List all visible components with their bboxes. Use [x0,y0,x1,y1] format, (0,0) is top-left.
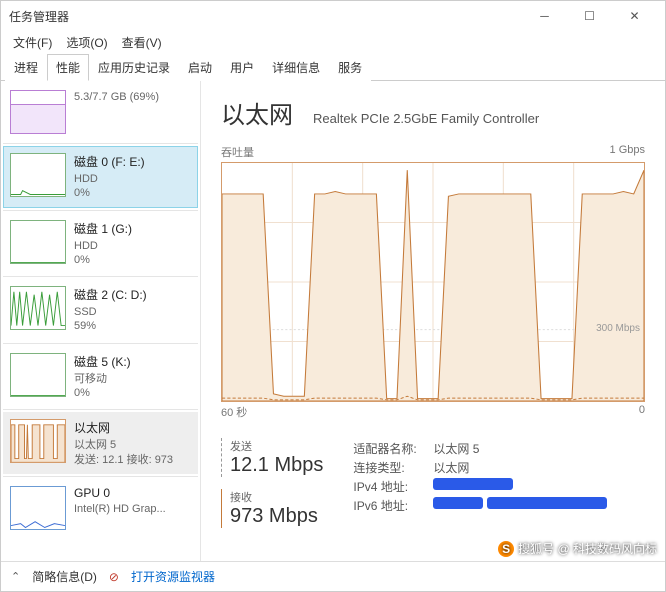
sidebar-item-memory[interactable]: 5.3/7.7 GB (69%) [3,83,198,141]
titlebar: 任务管理器 ─ ☐ ✕ [1,1,665,31]
memory-usage: 5.3/7.7 GB (69%) [74,90,159,104]
sidebar-item-ethernet[interactable]: 以太网以太网 5发送: 12.1 接收: 973 [3,412,198,474]
tab-app-history[interactable]: 应用历史记录 [89,54,179,81]
recv-value: 973 Mbps [230,505,323,528]
disk-thumb-icon [10,220,66,264]
tab-startup[interactable]: 启动 [179,54,221,81]
watermark: S搜狐号 @ 科技数码风向标 [498,540,657,557]
throughput-label: 吞吐量 [221,144,254,160]
sidebar-item-disk0[interactable]: 磁盘 0 (F: E:)HDD0% [3,146,198,208]
menu-view[interactable]: 查看(V) [116,32,168,53]
ipv4-redacted [433,478,513,490]
ipv6-redacted [433,497,483,509]
adapter-name: Realtek PCIe 2.5GbE Family Controller [313,111,539,126]
tabs: 进程 性能 应用历史记录 启动 用户 详细信息 服务 [1,53,665,81]
send-value: 12.1 Mbps [230,454,323,477]
x-axis-right: 0 [639,404,645,420]
menu-options[interactable]: 选项(O) [60,32,113,53]
gridline-label: 300 Mbps [596,323,640,334]
throughput-chart: 300 Mbps [221,162,645,402]
network-thumb-icon [10,419,66,463]
tab-users[interactable]: 用户 [221,54,263,81]
x-axis-left: 60 秒 [221,404,247,420]
open-resmon-link[interactable]: 打开资源监视器 [131,568,215,585]
resmon-icon: ⊘ [109,570,119,584]
menubar: 文件(F) 选项(O) 查看(V) [1,31,665,53]
page-title: 以太网 [221,95,293,130]
tab-services[interactable]: 服务 [329,54,371,81]
recv-label: 接收 [230,489,323,505]
disk-thumb-icon [10,353,66,397]
brief-info-link[interactable]: 简略信息(D) [32,568,97,585]
tab-processes[interactable]: 进程 [5,54,47,81]
memory-thumb-icon [10,90,66,134]
expand-icon[interactable]: ⌃ [11,570,20,583]
sidebar-item-gpu0[interactable]: GPU 0Intel(R) HD Grap... [3,479,198,537]
content: 5.3/7.7 GB (69%) 磁盘 0 (F: E:)HDD0% 磁盘 1 … [1,81,665,561]
tab-details[interactable]: 详细信息 [263,54,329,81]
tab-performance[interactable]: 性能 [47,54,89,81]
close-button[interactable]: ✕ [612,1,657,31]
footer: ⌃ 简略信息(D) ⊘ 打开资源监视器 [1,561,665,591]
sidebar[interactable]: 5.3/7.7 GB (69%) 磁盘 0 (F: E:)HDD0% 磁盘 1 … [1,81,201,561]
maximize-button[interactable]: ☐ [567,1,612,31]
minimize-button[interactable]: ─ [522,1,567,31]
sidebar-item-disk1[interactable]: 磁盘 1 (G:)HDD0% [3,213,198,275]
disk-thumb-icon [10,286,66,330]
max-scale-label: 1 Gbps [610,144,645,160]
main-panel: 以太网 Realtek PCIe 2.5GbE Family Controlle… [201,81,665,561]
window-title: 任务管理器 [9,8,522,25]
connection-details: 适配器名称:以太网 5 连接类型:以太网 IPv4 地址: IPv6 地址: [353,438,645,528]
sidebar-item-disk2[interactable]: 磁盘 2 (C: D:)SSD59% [3,279,198,341]
sidebar-item-disk5[interactable]: 磁盘 5 (K:)可移动0% [3,346,198,408]
disk-thumb-icon [10,153,66,197]
menu-file[interactable]: 文件(F) [7,32,58,53]
stats: 发送 12.1 Mbps 接收 973 Mbps 适配器名称:以太网 5 连接类… [221,438,645,528]
gpu-thumb-icon [10,486,66,530]
send-label: 发送 [230,438,323,454]
